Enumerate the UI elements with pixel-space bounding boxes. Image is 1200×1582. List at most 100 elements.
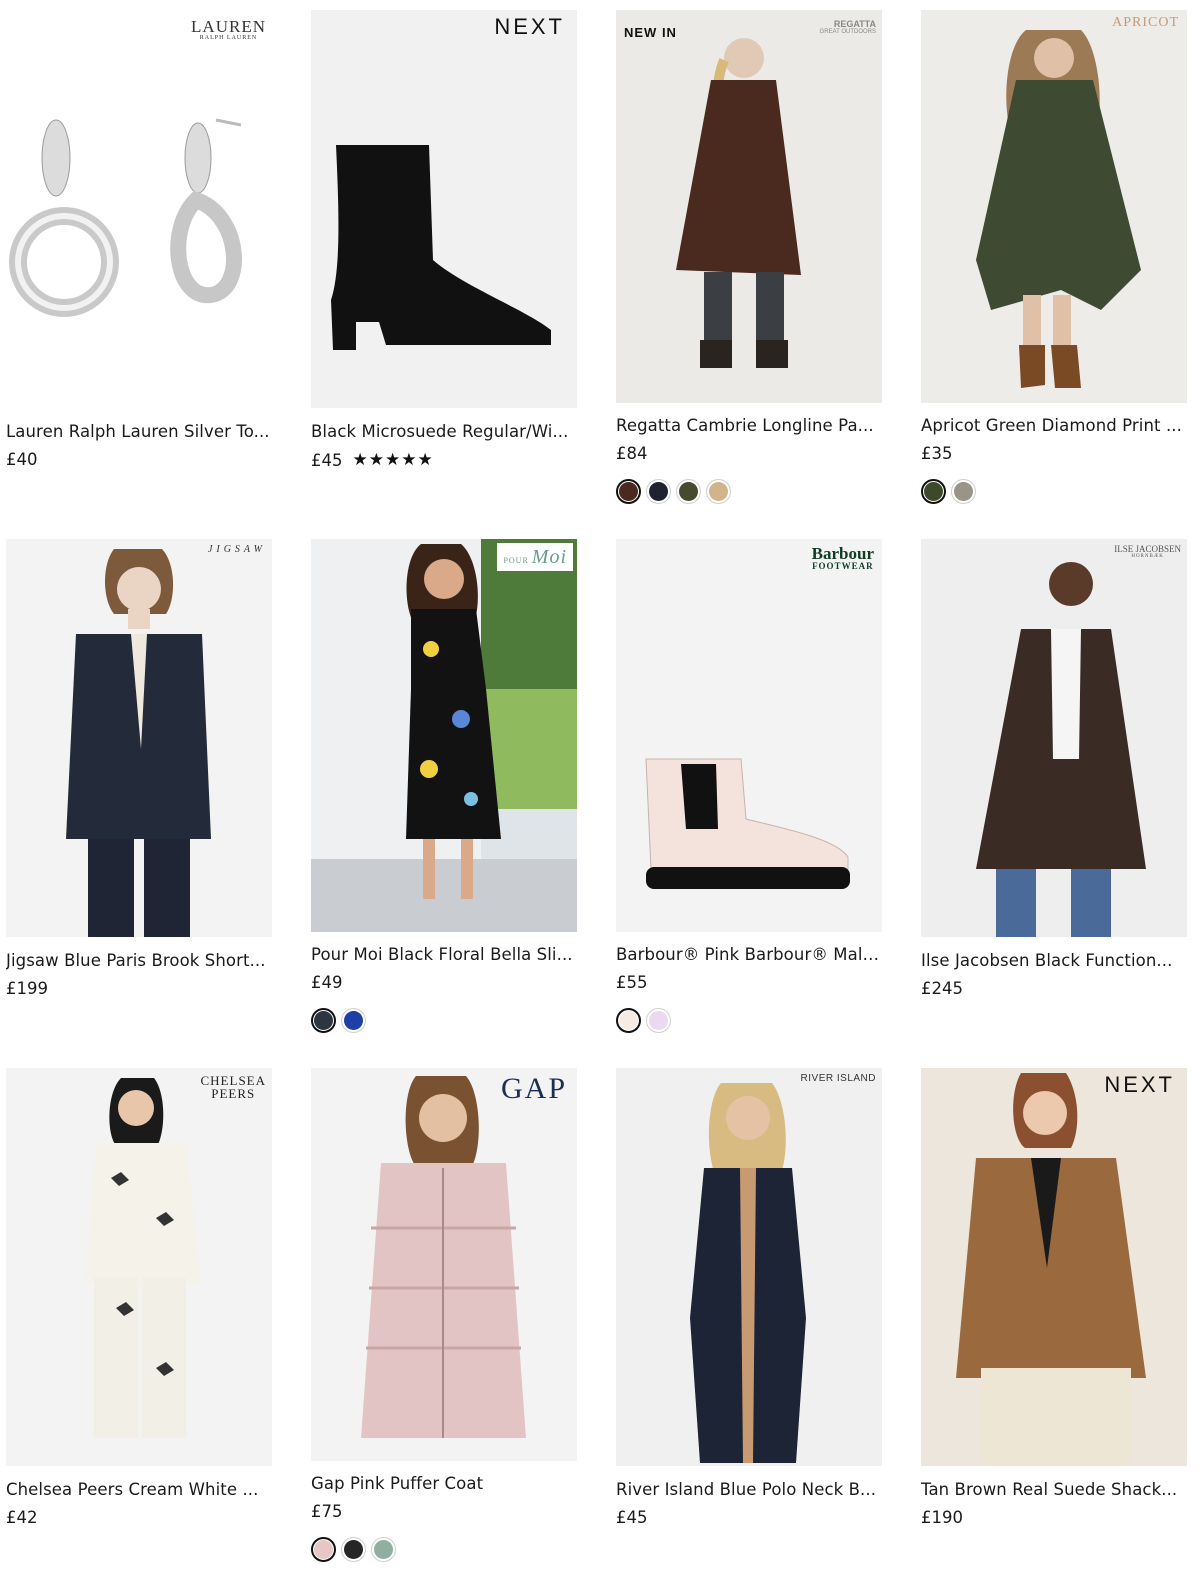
blazer-model-illustration [66,549,211,937]
product-image[interactable]: CHELSEA PEERS [6,1068,272,1466]
product-image[interactable]: RIVER ISLAND [616,1068,882,1466]
rating-stars: ★★★★★ [352,450,434,470]
product-title[interactable]: Apricot Green Diamond Print ... [921,416,1187,435]
boot-illustration [331,145,551,350]
brand-logo: NEXT [494,14,565,39]
product-image[interactable]: JIGSAW [6,539,272,937]
product-card[interactable]: JIGSAW Jigsaw Blue Paris Brook Short... … [6,539,272,998]
brand-logo: Barbour FOOTWEAR [811,544,874,571]
chelsea-boot-illustration [645,758,850,889]
pyjama-model-illustration [86,1078,201,1438]
colour-swatches [311,1537,396,1562]
product-price: £45 [616,1508,648,1527]
colour-swatch[interactable] [341,1537,366,1562]
product-image[interactable]: ILSE JACOBSEN HORNBÆK [921,539,1187,937]
product-image[interactable]: NEXT [921,1068,1187,1466]
puffer-coat-model-illustration [361,1076,526,1438]
product-image[interactable]: GAP [311,1068,577,1461]
price-value: £42 [6,1508,38,1527]
dress-model-illustration [976,30,1141,388]
colour-swatch[interactable] [676,479,701,504]
product-card[interactable]: NEXT Tan Brown Real Suede Shack... £190 [921,1068,1187,1527]
product-card[interactable]: ILSE JACOBSEN HORNBÆK Ilse Jacobsen Blac… [921,539,1187,998]
price-value: £84 [616,444,648,463]
coat-model-illustration [676,38,801,368]
product-price: £40 [6,450,38,469]
product-card[interactable]: NEW IN REGATTA GREAT OUTDOORS Regatta Ca… [616,10,882,504]
colour-swatch[interactable] [646,479,671,504]
brand-logo: ILSE JACOBSEN HORNBÆK [1114,544,1181,560]
price-value: £49 [311,973,343,992]
colour-swatch[interactable] [921,479,946,504]
product-price: £245 [921,979,963,998]
product-price: £42 [6,1508,38,1527]
product-card[interactable]: NEXT Black Microsuede Regular/Wi... £45 … [311,10,577,470]
product-image[interactable]: LAUREN RALPH LAUREN [6,10,272,408]
product-image[interactable]: POUR Moi [311,539,577,932]
raincoat-model-illustration [976,562,1146,937]
product-title[interactable]: Black Microsuede Regular/Wi... [311,422,577,441]
brand-logo: LAUREN RALPH LAUREN [191,17,266,41]
product-title[interactable]: Chelsea Peers Cream White ... [6,1480,272,1499]
knit-dress-model-illustration [690,1083,806,1463]
price-value: £245 [921,979,963,998]
product-card[interactable]: RIVER ISLAND River Island Blue Polo Neck… [616,1068,882,1527]
price-value: £199 [6,979,48,998]
product-title[interactable]: River Island Blue Polo Neck B... [616,1480,882,1499]
product-card[interactable]: POUR Moi Pour Moi Black Floral Bella Sli… [311,539,577,1033]
product-title[interactable]: Pour Moi Black Floral Bella Sli... [311,945,577,964]
product-price: £199 [6,979,48,998]
price-value: £75 [311,1502,343,1521]
product-price: £55 [616,973,648,992]
product-price: £45 ★★★★★ [311,450,434,470]
product-price: £190 [921,1508,963,1527]
product-title[interactable]: Tan Brown Real Suede Shack... [921,1480,1187,1499]
colour-swatch[interactable] [616,1008,641,1033]
price-value: £190 [921,1508,963,1527]
product-title[interactable]: Ilse Jacobsen Black Function... [921,951,1187,970]
product-card[interactable]: Barbour FOOTWEAR Barbour® Pink Barbour® … [616,539,882,1033]
colour-swatch[interactable] [311,1537,336,1562]
colour-swatch[interactable] [706,479,731,504]
product-price: £49 [311,973,343,992]
colour-swatches [616,479,731,504]
product-title[interactable]: Gap Pink Puffer Coat [311,1474,577,1493]
brand-logo: CHELSEA PEERS [200,1073,266,1101]
product-card[interactable]: APRICOT Apricot Green Diamond Print ... … [921,10,1187,504]
colour-swatch[interactable] [646,1008,671,1033]
new-in-badge: NEW IN [624,25,677,40]
product-title[interactable]: Barbour® Pink Barbour® Mallo... [616,945,882,964]
brand-logo: JIGSAW [207,544,266,555]
colour-swatches [311,1008,366,1033]
colour-swatch[interactable] [371,1537,396,1562]
product-title[interactable]: Jigsaw Blue Paris Brook Short... [6,951,272,970]
colour-swatch[interactable] [311,1008,336,1033]
colour-swatch[interactable] [951,479,976,504]
product-title[interactable]: Regatta Cambrie Longline Pa... [616,416,882,435]
brand-logo: GAP [500,1072,567,1105]
product-image[interactable]: Barbour FOOTWEAR [616,539,882,932]
price-value: £45 [616,1508,648,1527]
earrings-illustration [9,118,242,317]
product-card[interactable]: CHELSEA PEERS Chelsea Peers Cream White … [6,1068,272,1527]
product-image[interactable]: NEW IN REGATTA GREAT OUTDOORS [616,10,882,403]
price-value: £40 [6,450,38,469]
product-price: £35 [921,444,953,463]
product-title[interactable]: Lauren Ralph Lauren Silver To... [6,422,272,441]
product-card[interactable]: LAUREN RALPH LAUREN Lauren Ralph Lauren … [6,10,272,469]
brand-logo: RIVER ISLAND [800,1073,876,1084]
product-card[interactable]: GAP Gap Pink Puffer Coat £75 [311,1068,577,1562]
product-image[interactable]: NEXT [311,10,577,408]
brand-logo: APRICOT [1112,15,1179,30]
price-value: £45 [311,450,343,470]
colour-swatch[interactable] [341,1008,366,1033]
colour-swatch[interactable] [616,479,641,504]
floral-dress-model-illustration [311,539,577,932]
price-value: £55 [616,973,648,992]
brand-logo: POUR Moi [497,543,573,571]
colour-swatches [616,1008,671,1033]
suede-jacket-model-illustration [956,1073,1146,1466]
colour-swatches [921,479,976,504]
price-value: £35 [921,444,953,463]
product-image[interactable]: APRICOT [921,10,1187,403]
